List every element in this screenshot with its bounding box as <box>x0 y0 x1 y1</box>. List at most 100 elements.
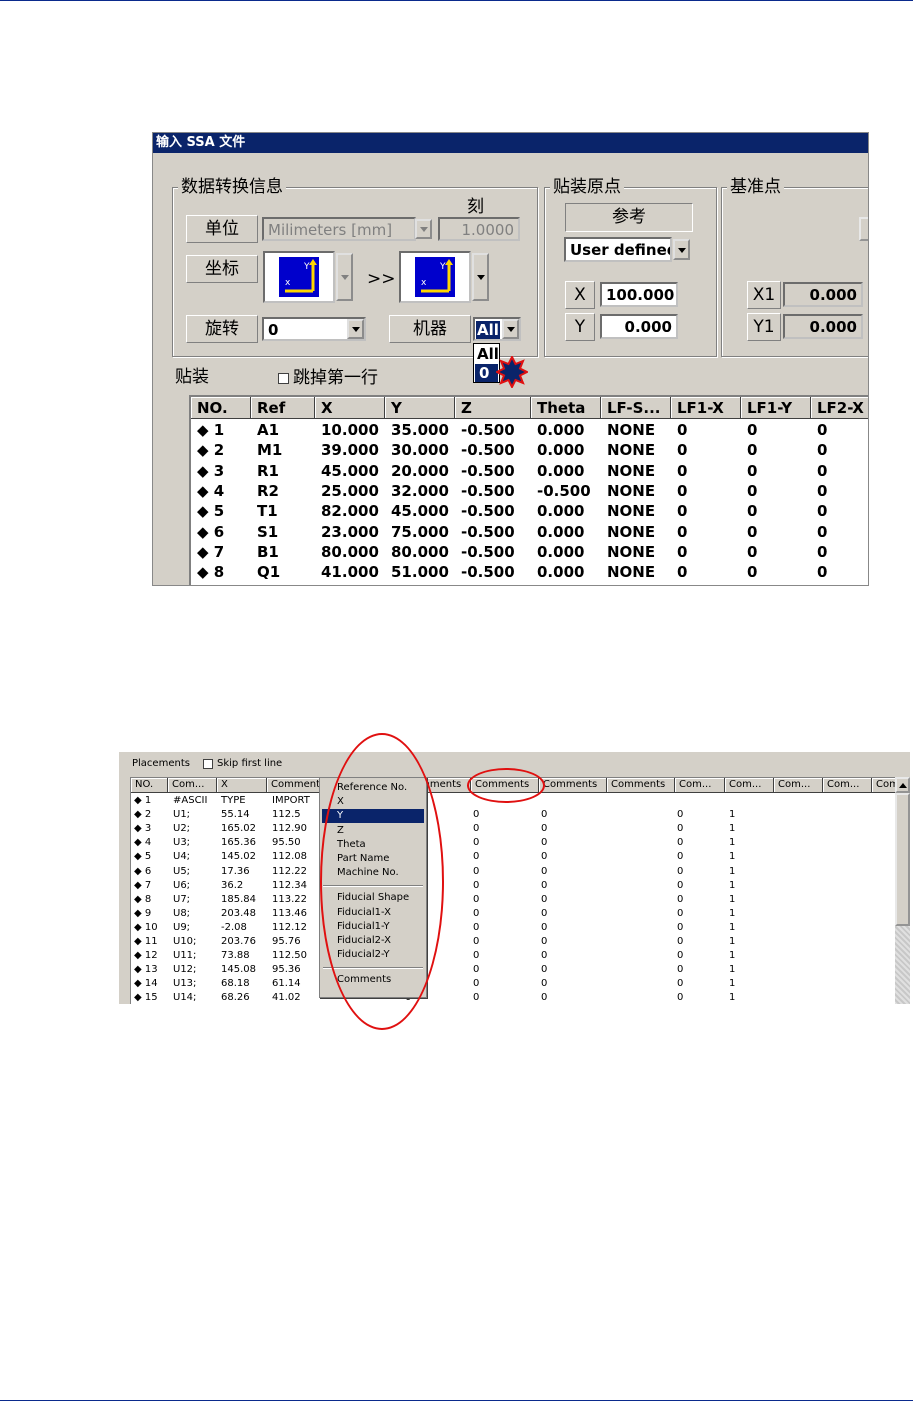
table-cell-en: 0 <box>473 893 480 905</box>
header-rule <box>0 0 913 1</box>
coordinate-label: 坐标 <box>186 255 258 283</box>
column-header-en[interactable]: Com... <box>725 778 774 793</box>
table-cell-en: 95.36 <box>272 964 301 976</box>
column-header[interactable]: LF2-X <box>811 397 868 419</box>
table-cell-en: 0 <box>473 964 480 976</box>
fiducial-y1-label: Y1 <box>747 313 781 341</box>
table-cell-en: 145.02 <box>221 851 256 863</box>
reference-dropdown-button[interactable] <box>673 239 690 260</box>
svg-text:Y: Y <box>303 262 310 272</box>
table-cell: NONE <box>607 563 656 582</box>
table-cell-en: 203.76 <box>221 936 256 947</box>
origin-y-field[interactable]: 0.000 <box>600 314 678 339</box>
column-header[interactable]: LF1-X <box>671 397 741 419</box>
source-coordinate-select[interactable]: Y x <box>263 251 335 303</box>
column-header-en[interactable]: Com... <box>823 778 872 793</box>
unit-select[interactable]: Milimeters [mm] <box>262 217 416 241</box>
table-cell-en: U5; <box>173 865 191 877</box>
table-cell-en: 0 <box>541 921 548 933</box>
column-header[interactable]: Y <box>385 397 455 419</box>
table-cell: -0.500 <box>537 481 591 500</box>
fiducial-x1-field[interactable]: 0.000 <box>783 282 863 307</box>
table-cell-en: 0 <box>473 907 480 919</box>
scale-field[interactable]: 1.0000 <box>438 217 520 241</box>
source-coordinate-dropdown[interactable] <box>336 253 353 301</box>
table-cell: R2 <box>257 481 279 500</box>
column-header[interactable]: LF-S... <box>601 397 671 419</box>
placement-label: 贴装 <box>175 367 209 387</box>
machine-dropdown-button[interactable] <box>502 319 519 339</box>
column-header[interactable]: X <box>315 397 385 419</box>
table-cell-en: 61.14 <box>272 978 301 990</box>
origin-x-field[interactable]: 100.000 <box>600 282 678 307</box>
column-header-en[interactable]: X <box>217 778 267 793</box>
table-cell-en: 0 <box>677 936 684 947</box>
column-header[interactable]: LF1-Y <box>741 397 811 419</box>
column-header-en[interactable]: NO. <box>131 778 168 793</box>
footer-rule <box>0 1400 913 1401</box>
column-header-en[interactable]: Com... <box>774 778 823 793</box>
machine-option-all[interactable]: All <box>475 345 499 363</box>
table-cell: 45.000 <box>391 502 449 521</box>
origin-y-label: Y <box>565 313 595 341</box>
table-cell: 0 <box>747 481 758 500</box>
target-coordinate-select[interactable]: Y x <box>399 251 471 303</box>
table-cell-en: 0 <box>473 992 480 1004</box>
table-cell: 25.000 <box>321 481 379 500</box>
row-number-en: ◆ 13 <box>134 964 158 976</box>
rotation-dropdown-button[interactable] <box>347 319 364 339</box>
table-cell-en: 0 <box>677 921 684 933</box>
table-cell: NONE <box>607 441 656 460</box>
row-number: ◆ 2 <box>197 441 225 460</box>
table-cell: 82.000 <box>321 502 379 521</box>
table-cell-en: 1 <box>729 978 736 990</box>
column-header[interactable]: Z <box>455 397 531 419</box>
scale-label: 刻 <box>467 197 484 217</box>
row-number-en: ◆ 11 <box>134 936 158 947</box>
table-cell-en: 0 <box>677 823 684 835</box>
column-header-en[interactable]: Comments <box>607 778 675 793</box>
row-number-en: ◆ 12 <box>134 950 158 962</box>
scroll-up-icon[interactable] <box>895 777 910 793</box>
table-cell-en: 0 <box>473 879 480 891</box>
column-header-en[interactable]: Com... <box>675 778 725 793</box>
table-cell-en: 1 <box>729 893 736 905</box>
table-cell-en: #ASCII <box>173 795 208 806</box>
table-cell-en: U3; <box>173 837 191 849</box>
column-header[interactable]: Ref <box>251 397 315 419</box>
skip-first-line-label-en: Skip first line <box>217 758 283 769</box>
column-header[interactable]: Theta <box>531 397 601 419</box>
target-coordinate-dropdown[interactable] <box>472 253 489 301</box>
skip-first-line-checkbox[interactable] <box>278 373 289 384</box>
vertical-scrollbar[interactable] <box>895 777 910 1004</box>
table-cell-en: 95.50 <box>272 837 301 849</box>
column-header-en[interactable]: Com... <box>168 778 217 793</box>
table-cell: 0.000 <box>537 522 585 541</box>
skip-first-line-checkbox-en[interactable] <box>203 759 213 769</box>
table-cell: A1 <box>257 421 280 439</box>
unit-dropdown-button[interactable] <box>415 219 432 239</box>
column-header-en[interactable]: Comments <box>539 778 607 793</box>
column-header[interactable]: NO. <box>191 397 251 419</box>
table-cell: 0 <box>747 421 758 439</box>
reference-select[interactable]: User defined <box>564 237 672 262</box>
table-cell: 32.000 <box>391 481 449 500</box>
scroll-thumb[interactable] <box>895 793 910 926</box>
table-cell-en: 0 <box>473 809 480 821</box>
table-cell-en: 112.50 <box>272 950 307 962</box>
table-cell-en: U2; <box>173 823 191 835</box>
table-cell-en: 0 <box>677 893 684 905</box>
table-cell-en: 203.48 <box>221 907 256 919</box>
table-cell: 0 <box>747 522 758 541</box>
fiducial-y1-field[interactable]: 0.000 <box>783 314 863 339</box>
row-number: ◆ 7 <box>197 542 225 561</box>
fiducial-button[interactable] <box>859 217 868 241</box>
row-number-en: ◆ 7 <box>134 879 152 891</box>
table-cell-en: 112.08 <box>272 851 307 863</box>
machine-option-0[interactable]: 0 <box>475 364 498 382</box>
table-cell-en: IMPORT <box>272 795 310 806</box>
fiducial-x1-label: X1 <box>747 281 781 309</box>
table-cell-en: 0 <box>541 893 548 905</box>
table-cell-en: 0 <box>473 823 480 835</box>
data-conversion-title: 数据转换信息 <box>178 177 286 197</box>
